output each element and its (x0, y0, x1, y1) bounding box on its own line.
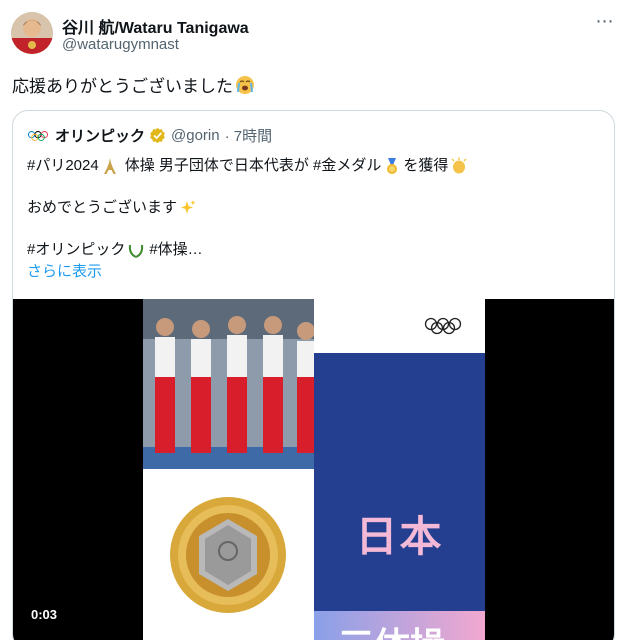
quoted-line-2: おめでとうございます (27, 197, 602, 219)
more-options-icon[interactable]: ⋯ (594, 10, 616, 32)
first-place-medal-icon (387, 158, 398, 174)
tweet-text-content: 応援ありがとうございました (12, 77, 233, 96)
quoted-line-1-end: を獲得 (403, 157, 449, 174)
olympic-rings-icon (28, 130, 48, 141)
show-more-link[interactable]: さらに表示 (27, 262, 102, 282)
team-photo (143, 299, 314, 469)
sparkles-icon (181, 200, 196, 214)
quoted-line-3: #オリンピック #体操… (27, 239, 602, 261)
title-card-panel: 日本 三体操 (314, 299, 485, 640)
clapping-hands-icon (451, 157, 467, 174)
hashtag-paris2024[interactable]: #パリ2024 (27, 156, 99, 176)
video-player[interactable]: 日本 三体操 0:03 (13, 299, 614, 640)
quoted-tweet-body: #パリ2024 体操 男子団体で日本代表が #金メダル を獲得 おめでとうござい… (27, 155, 602, 282)
author-name[interactable]: 谷川 航/Wataru Tanigawa (62, 14, 249, 38)
verified-badge-icon (150, 127, 165, 144)
gold-medal-icon (170, 497, 286, 613)
avatar[interactable] (11, 12, 53, 54)
panel-text-japan: 日本 (355, 512, 444, 561)
quoted-account-name[interactable]: オリンピック (55, 125, 145, 146)
quoted-handle[interactable]: @gorin (171, 127, 220, 144)
olympic-rings-panel-icon (424, 317, 462, 335)
quoted-tweet-header: オリンピック @gorin · 7時間 (27, 125, 272, 146)
quoted-tweet[interactable]: オリンピック @gorin · 7時間 #パリ2024 体操 男子団体で日本代表… (12, 110, 615, 640)
panel-text-gymnastics: 三体操 (338, 617, 446, 640)
eiffel-tower-icon (103, 158, 116, 174)
hashtag-olympic[interactable]: #オリンピック (27, 240, 125, 260)
quoted-line-2-text: おめでとうございます (27, 199, 178, 216)
laurel-wreath-icon (129, 244, 144, 258)
quoted-line-1: #パリ2024 体操 男子団体で日本代表が #金メダル を獲得 (27, 155, 602, 177)
quoted-line-1-text: 体操 男子団体で日本代表が #金メダル (124, 157, 382, 174)
gold-medal-image (143, 469, 314, 640)
tweet-text: 応援ありがとうございました (12, 72, 257, 97)
hashtag-gymnastics[interactable]: #体操… (149, 240, 202, 260)
quoted-time[interactable]: · 7時間 (225, 125, 273, 146)
blue-panel: 日本 (314, 353, 485, 611)
video-timestamp: 0:03 (31, 607, 58, 622)
team-photo-image (143, 299, 314, 469)
loudly-crying-face-icon (236, 75, 254, 94)
author-handle[interactable]: @watarugymnast (62, 36, 179, 53)
